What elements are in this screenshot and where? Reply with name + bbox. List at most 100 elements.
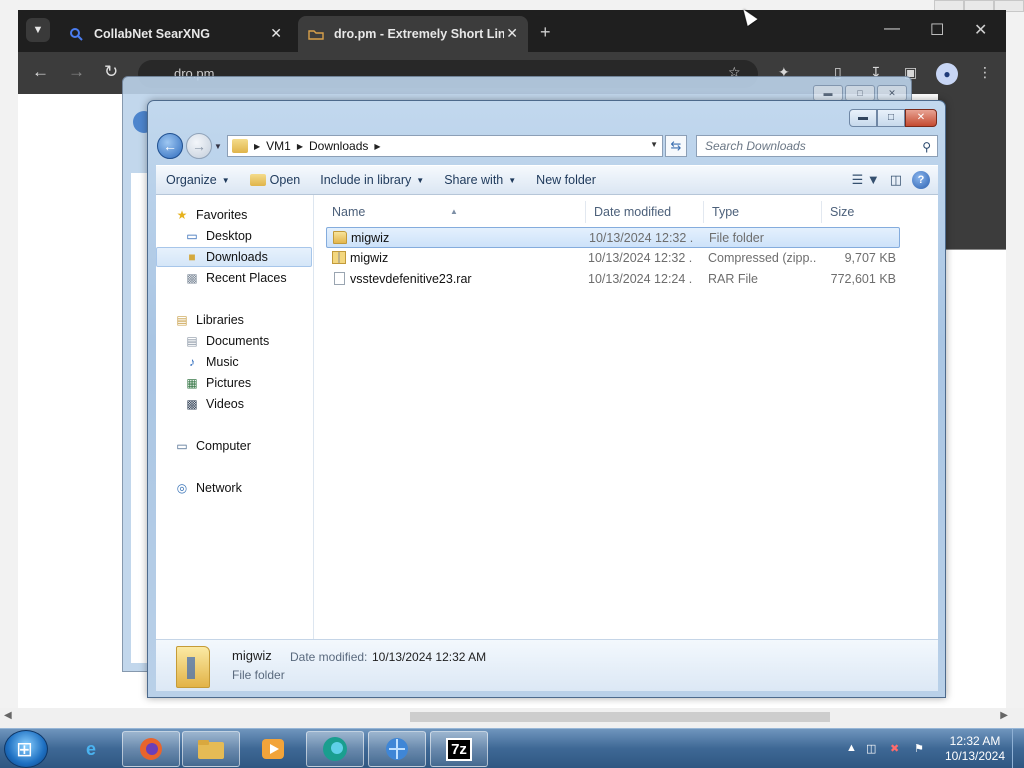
new-tab-button[interactable]: + bbox=[540, 22, 551, 43]
nav-recent-places[interactable]: ▩ Recent Places bbox=[156, 268, 312, 288]
explorer-icon[interactable] bbox=[182, 731, 240, 767]
tab-collabnet-searxng[interactable]: CollabNet SearXNG ✕ bbox=[58, 16, 292, 52]
forward-button[interactable]: → bbox=[186, 133, 212, 159]
media-player-icon[interactable] bbox=[244, 731, 302, 767]
forward-icon[interactable]: → bbox=[68, 62, 85, 82]
file-size: 772,601 KB bbox=[830, 272, 896, 286]
scroll-right-icon[interactable]: ▶ bbox=[1000, 710, 1008, 721]
file-name: vsstevdefenitive23.rar bbox=[350, 272, 472, 286]
7zip-icon[interactable]: 7z bbox=[430, 731, 488, 767]
details-date-value: 10/13/2024 12:32 AM bbox=[372, 650, 487, 664]
start-button[interactable] bbox=[4, 730, 48, 768]
maximize-icon[interactable]: ☐ bbox=[930, 20, 944, 40]
refresh-button[interactable]: ⇆ bbox=[665, 135, 687, 157]
open-button[interactable]: Open bbox=[240, 173, 311, 187]
ie-icon[interactable]: e bbox=[62, 731, 120, 767]
maximize-button[interactable]: □ bbox=[877, 109, 905, 127]
minimize-icon[interactable]: — bbox=[884, 20, 900, 38]
minimize-button[interactable]: ▬ bbox=[849, 109, 877, 127]
file-date: 10/13/2024 12:24 ... bbox=[588, 272, 692, 286]
column-header-size[interactable]: Size bbox=[822, 201, 900, 223]
nav-label: Videos bbox=[206, 397, 244, 411]
search-icon bbox=[68, 26, 84, 42]
show-desktop-button[interactable] bbox=[1012, 729, 1024, 768]
command-bar: Organize ▼ Open Include in library ▼ Share… bbox=[156, 165, 938, 195]
nav-label: Downloads bbox=[206, 250, 268, 264]
nav-desktop[interactable]: ▭ Desktop bbox=[156, 226, 312, 246]
menu-kebab-icon[interactable]: ⋮ bbox=[978, 64, 992, 81]
share-with-button[interactable]: Share with ▼ bbox=[434, 173, 526, 187]
downloads-folder-icon: ■ bbox=[188, 250, 196, 264]
column-header-date[interactable]: Date modified bbox=[586, 201, 704, 223]
nav-label: Documents bbox=[206, 334, 270, 348]
chevron-down-icon: ▼ bbox=[508, 175, 517, 185]
reload-icon[interactable]: ↻ bbox=[104, 62, 118, 82]
preview-pane-icon[interactable]: ◫ bbox=[890, 172, 902, 188]
network-icon[interactable] bbox=[368, 731, 426, 767]
nav-label: Favorites bbox=[196, 208, 248, 222]
back-icon[interactable]: ← bbox=[32, 62, 49, 82]
file-row[interactable]: migwiz 10/13/2024 12:32 ... Compressed (… bbox=[326, 248, 900, 269]
close-tab-icon[interactable]: ✕ bbox=[270, 25, 282, 42]
recent-pages-dropdown-icon[interactable]: ▼ bbox=[214, 142, 222, 151]
nav-downloads[interactable]: ■ Downloads bbox=[156, 247, 312, 267]
include-in-library-button[interactable]: Include in library ▼ bbox=[310, 173, 434, 187]
nav-label: Network bbox=[196, 481, 242, 495]
show-hidden-icons[interactable]: ▲ bbox=[846, 742, 857, 754]
edge-icon[interactable] bbox=[306, 731, 364, 767]
new-folder-button[interactable]: New folder bbox=[526, 173, 606, 187]
address-dropdown-icon[interactable]: ▼ bbox=[650, 140, 658, 149]
close-tab-icon[interactable]: ✕ bbox=[506, 25, 518, 42]
chevron-right-icon[interactable]: ▶ bbox=[297, 142, 303, 151]
large-folder-icon bbox=[176, 646, 210, 688]
firefox-icon[interactable] bbox=[122, 731, 180, 767]
include-label: Include in library bbox=[320, 173, 412, 187]
chevron-right-icon[interactable]: ▶ bbox=[254, 142, 260, 151]
videos-icon: ▩ bbox=[186, 397, 198, 411]
file-type: File folder bbox=[709, 231, 764, 245]
nav-libraries[interactable]: ▤ Libraries bbox=[156, 310, 312, 330]
file-type: Compressed (zipp... bbox=[708, 251, 816, 265]
column-header-type[interactable]: Type bbox=[704, 201, 822, 223]
bg-window-controls[interactable]: ▬ □ ✕ bbox=[813, 85, 907, 101]
folder-icon bbox=[232, 139, 248, 153]
chevron-right-icon[interactable]: ▶ bbox=[374, 142, 380, 151]
horizontal-scrollbar[interactable]: ◀ ▶ bbox=[0, 708, 1024, 728]
nav-favorites[interactable]: ★ Favorites bbox=[156, 205, 312, 225]
breadcrumb-downloads[interactable]: Downloads bbox=[309, 139, 368, 153]
nav-documents[interactable]: ▤ Documents bbox=[156, 331, 312, 351]
close-button[interactable]: ✕ bbox=[905, 109, 937, 127]
view-options-icon[interactable]: ☰ ▼ bbox=[852, 172, 880, 188]
flag-icon[interactable]: ⚑ bbox=[914, 742, 924, 755]
scroll-left-icon[interactable]: ◀ bbox=[4, 710, 12, 721]
column-header-name[interactable]: Name ▲ bbox=[324, 201, 586, 223]
back-button[interactable]: ← bbox=[157, 133, 183, 159]
nav-label: Libraries bbox=[196, 313, 244, 327]
tab-search-button[interactable]: ▼ bbox=[26, 18, 50, 42]
scrollbar-thumb[interactable] bbox=[410, 712, 830, 722]
close-window-icon[interactable]: ✕ bbox=[974, 20, 987, 40]
nav-music[interactable]: ♪ Music bbox=[156, 352, 312, 372]
nav-videos[interactable]: ▩ Videos bbox=[156, 394, 312, 414]
organize-button[interactable]: Organize ▼ bbox=[156, 173, 240, 187]
action-center-icon[interactable]: ◫ bbox=[866, 742, 876, 755]
system-clock[interactable]: 12:32 AM 10/13/2024 bbox=[940, 734, 1010, 764]
nav-label: Pictures bbox=[206, 376, 252, 390]
breadcrumb-vm1[interactable]: VM1 bbox=[266, 139, 291, 153]
tab-dro-pm[interactable]: dro.pm - Extremely Short Links ✕ bbox=[298, 16, 528, 52]
profile-avatar-icon[interactable]: ● bbox=[936, 63, 958, 85]
file-row[interactable]: migwiz 10/13/2024 12:32 ... File folder bbox=[326, 227, 900, 248]
libraries-icon: ▤ bbox=[176, 313, 188, 327]
column-label: Name bbox=[332, 205, 366, 219]
nav-computer[interactable]: ▭ Computer bbox=[156, 436, 312, 456]
network-disconnected-icon[interactable]: ✖ bbox=[890, 742, 899, 755]
file-row[interactable]: vsstevdefenitive23.rar 10/13/2024 12:24 … bbox=[326, 269, 900, 290]
help-icon[interactable]: ? bbox=[912, 171, 930, 189]
address-breadcrumb[interactable]: ▶ VM1 ▶ Downloads ▶ ▼ bbox=[227, 135, 663, 157]
nav-pictures[interactable]: ▦ Pictures bbox=[156, 373, 312, 393]
search-icon[interactable]: ⚲ bbox=[922, 137, 931, 157]
details-name: migwiz bbox=[232, 648, 272, 663]
search-input[interactable]: Search Downloads ⚲ bbox=[696, 135, 938, 157]
details-date-label: Date modified: bbox=[290, 650, 368, 664]
nav-network[interactable]: ◎ Network bbox=[156, 478, 312, 498]
